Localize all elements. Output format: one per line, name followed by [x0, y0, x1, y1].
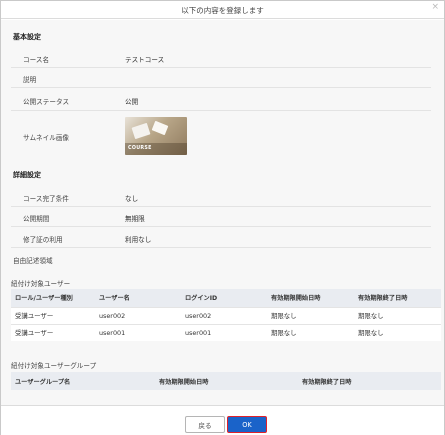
row-divider: [11, 87, 431, 88]
publish-period-value: 無期限: [125, 215, 145, 223]
table-cell: user001: [95, 323, 181, 341]
register-confirm-dialog: 以下の内容を登録します × 基本設定 コース名 テストコース 説明 公開ステータ…: [0, 0, 445, 435]
table-cell: 期限なし: [267, 323, 354, 341]
table-cell: user001: [181, 323, 267, 341]
table-cell: 期限なし: [267, 306, 354, 324]
free-text-label: 自由記述領域: [13, 257, 53, 265]
user-table-title: 紐付け対象ユーザー: [11, 280, 71, 288]
group-table: ユーザーグループ名 有効期限開始日時 有効期限終了日時: [11, 372, 441, 390]
table-cell: 期限なし: [354, 323, 441, 341]
dialog-header: 以下の内容を登録します ×: [1, 1, 444, 19]
thumbnail-image: COURSE: [125, 117, 187, 155]
publish-status-value: 公開: [125, 98, 139, 106]
dialog-footer: 戻る OK: [1, 405, 444, 435]
back-button[interactable]: 戻る: [185, 416, 225, 433]
column-header: 有効期限開始日時: [267, 289, 354, 307]
thumbnail-caption: COURSE: [128, 146, 152, 151]
ok-button[interactable]: OK: [227, 416, 267, 433]
course-name-value: テストコース: [125, 56, 165, 64]
row-divider: [11, 110, 431, 111]
column-header: ユーザーグループ名: [11, 372, 155, 390]
column-header: 有効期限終了日時: [298, 372, 441, 390]
basic-settings-heading: 基本設定: [13, 33, 41, 41]
table-row: 受講ユーザー user002 user002 期限なし 期限なし: [11, 306, 441, 324]
thumbnail-label: サムネイル画像: [23, 134, 70, 142]
column-header: 有効期限開始日時: [155, 372, 298, 390]
table-cell: 受講ユーザー: [11, 306, 95, 324]
table-cell: 期限なし: [354, 306, 441, 324]
completion-condition-value: なし: [125, 195, 139, 203]
detail-settings-heading: 詳細設定: [13, 171, 41, 179]
publish-period-label: 公開期間: [23, 215, 50, 223]
column-header: ロール/ユーザー種別: [11, 289, 95, 307]
table-header-row: ユーザーグループ名 有効期限開始日時 有効期限終了日時: [11, 372, 441, 390]
table-header-row: ロール/ユーザー種別 ユーザー名 ログインID 有効期限開始日時 有効期限終了日…: [11, 289, 441, 307]
group-table-title: 紐付け対象ユーザーグループ: [11, 362, 97, 370]
column-header: ユーザー名: [95, 289, 181, 307]
row-divider: [11, 247, 431, 248]
completion-condition-label: コース完了条件: [23, 195, 69, 203]
user-table: ロール/ユーザー種別 ユーザー名 ログインID 有効期限開始日時 有効期限終了日…: [11, 289, 441, 341]
column-header: 有効期限終了日時: [354, 289, 441, 307]
table-cell: user002: [95, 306, 181, 324]
certificate-value: 利用なし: [125, 236, 152, 244]
row-divider: [11, 226, 431, 227]
row-divider: [11, 67, 431, 68]
dialog-title: 以下の内容を登録します: [181, 6, 264, 15]
publish-status-label: 公開ステータス: [23, 98, 70, 106]
certificate-label: 修了証の利用: [23, 236, 63, 244]
table-cell: 受講ユーザー: [11, 323, 95, 341]
table-cell: user002: [181, 306, 267, 324]
description-label: 説明: [23, 76, 37, 84]
column-header: ログインID: [181, 289, 267, 307]
table-row: 受講ユーザー user001 user001 期限なし 期限なし: [11, 323, 441, 341]
dialog-body: 基本設定 コース名 テストコース 説明 公開ステータス 公開 サムネイル画像 C…: [1, 20, 444, 405]
close-icon[interactable]: ×: [431, 2, 439, 12]
course-name-label: コース名: [23, 56, 50, 64]
row-divider: [11, 206, 431, 207]
